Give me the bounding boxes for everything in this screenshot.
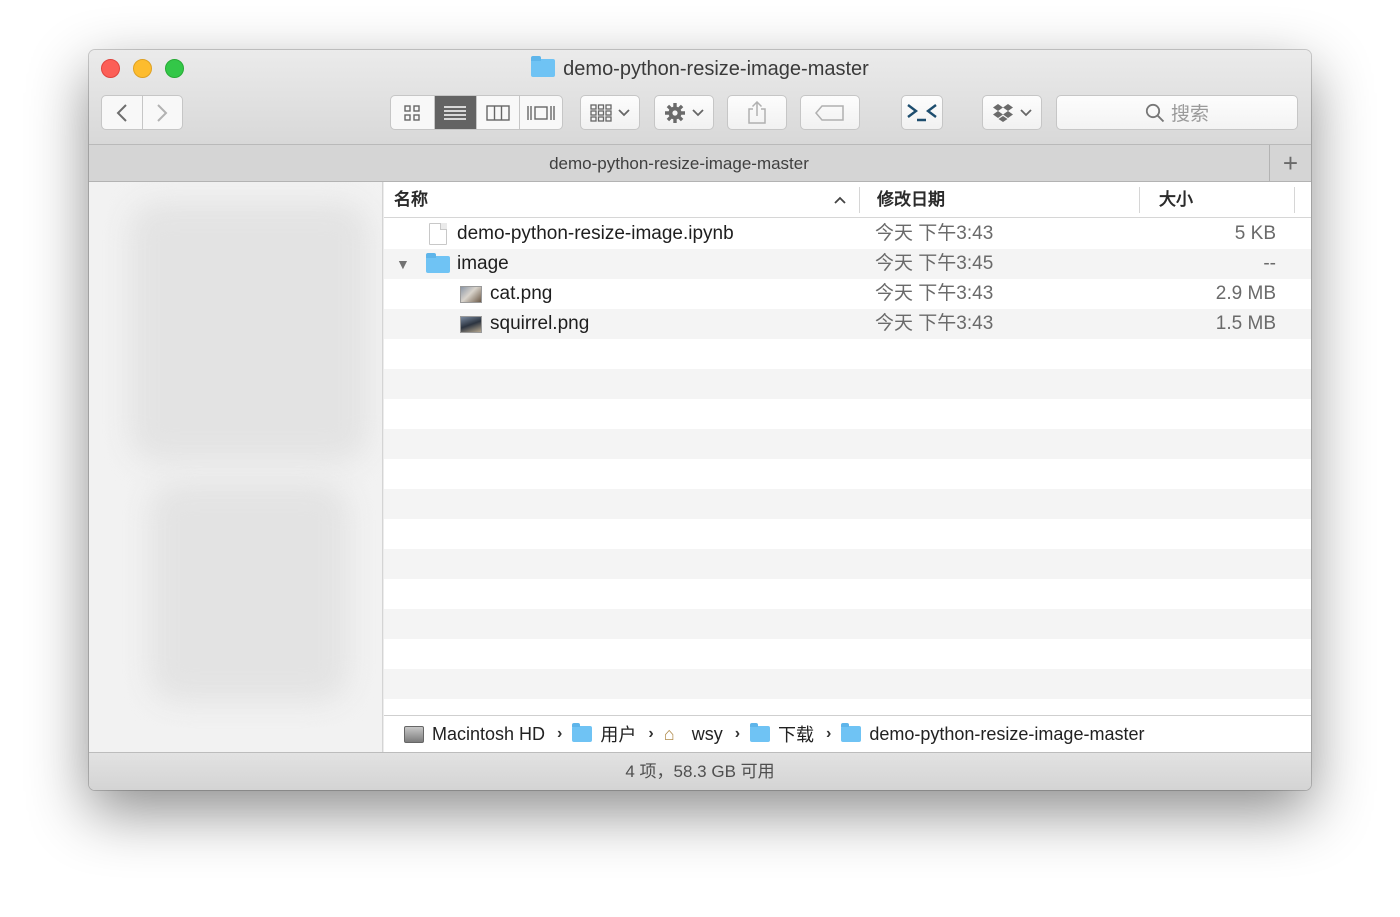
gallery-icon (527, 105, 555, 120)
search-icon (1145, 103, 1165, 122)
empty-row (384, 369, 1311, 399)
empty-row (384, 399, 1311, 429)
tab-bar: demo-python-resize-image-master + (89, 145, 1311, 182)
search-placeholder: 搜索 (1170, 104, 1209, 125)
image-thumbnail-icon (460, 286, 482, 303)
column-divider[interactable] (859, 187, 860, 213)
document-icon (429, 223, 447, 245)
chevron-down-icon (618, 108, 630, 116)
arrange-button[interactable] (580, 95, 640, 130)
column-date-header[interactable]: 修改日期 (877, 182, 945, 218)
window-title: demo-python-resize-image-master (89, 56, 1311, 82)
empty-row (384, 489, 1311, 519)
hard-drive-icon (404, 725, 424, 743)
image-thumbnail-icon (460, 316, 482, 333)
path-separator-icon: › (557, 725, 563, 742)
column-header: 名称 修改日期 大小 (384, 182, 1311, 218)
column-size-header[interactable]: 大小 (1159, 182, 1193, 218)
path-item-users[interactable]: 用户 (572, 721, 636, 747)
empty-row (384, 549, 1311, 579)
chevron-down-icon (692, 108, 704, 116)
file-row[interactable]: squirrel.png 今天 下午3:43 1.5 MB (384, 309, 1311, 339)
path-item-macintosh-hd[interactable]: Macintosh HD (404, 724, 545, 745)
finder-window: demo-python-resize-image-master 搜索 demo-… (89, 50, 1311, 790)
file-row[interactable]: demo-python-resize-image.ipynb 今天 下午3:43… (384, 219, 1311, 249)
path-separator-icon: › (734, 725, 741, 742)
sidebar-blurred-content (149, 482, 349, 702)
list-view-button[interactable] (434, 96, 477, 129)
empty-row (384, 639, 1311, 669)
tab-current[interactable]: demo-python-resize-image-master (89, 145, 1269, 182)
list-icon (444, 105, 467, 120)
path-separator-icon: › (826, 725, 832, 742)
home-icon: ⌂ (663, 724, 675, 744)
empty-row (384, 579, 1311, 609)
sidebar-blurred-content (129, 202, 369, 462)
view-mode-control (390, 95, 563, 130)
tag-icon (815, 104, 844, 121)
gear-icon (665, 102, 685, 123)
empty-row (384, 459, 1311, 489)
back-button[interactable] (102, 96, 143, 129)
chevron-left-icon (116, 103, 127, 122)
sidebar (89, 182, 383, 752)
empty-row (384, 519, 1311, 549)
columns-icon (486, 104, 510, 121)
downloads-folder-icon (750, 723, 771, 742)
folder-icon (426, 253, 450, 273)
share-button[interactable] (727, 95, 787, 130)
disclosure-triangle-icon[interactable]: ▼ (396, 249, 410, 279)
grid-icon (404, 104, 420, 121)
path-item-home[interactable]: ⌂ wsy (664, 724, 723, 745)
column-name-header[interactable]: 名称 (394, 182, 428, 218)
empty-row (384, 669, 1311, 699)
users-folder-icon (572, 723, 593, 742)
chevron-down-icon (1020, 108, 1032, 116)
dropbox-button[interactable] (982, 95, 1042, 130)
column-view-button[interactable] (477, 96, 520, 129)
path-item-current-folder[interactable]: demo-python-resize-image-master (841, 723, 1144, 745)
dropbox-icon (993, 103, 1013, 122)
chevron-right-icon (157, 103, 168, 122)
column-divider[interactable] (1294, 187, 1295, 213)
path-bar: Macintosh HD › 用户 › ⌂ wsy › 下载 › demo-py… (384, 715, 1311, 752)
terminal-icon (907, 103, 937, 121)
file-row[interactable]: cat.png 今天 下午3:43 2.9 MB (384, 279, 1311, 309)
arrange-grid-icon (590, 103, 612, 122)
sort-ascending-icon (832, 192, 848, 208)
navigation-buttons (101, 95, 183, 130)
titlebar: demo-python-resize-image-master 搜索 (89, 50, 1311, 145)
new-tab-button[interactable]: + (1269, 145, 1311, 182)
gallery-view-button[interactable] (520, 96, 563, 129)
folder-icon (531, 56, 556, 77)
terminal-button[interactable] (901, 95, 943, 130)
column-divider[interactable] (1139, 187, 1140, 213)
folder-icon (841, 723, 862, 742)
empty-row (384, 429, 1311, 459)
tags-button[interactable] (800, 95, 860, 130)
search-field[interactable]: 搜索 (1056, 95, 1298, 130)
file-row[interactable]: ▼ image 今天 下午3:45 -- (384, 249, 1311, 279)
action-button[interactable] (654, 95, 714, 130)
empty-row (384, 609, 1311, 639)
empty-row (384, 699, 1311, 715)
file-list: 名称 修改日期 大小 demo-python-resize-image.ipyn… (384, 182, 1311, 715)
icon-view-button[interactable] (391, 96, 435, 129)
empty-row (384, 339, 1311, 369)
status-bar: 4 项，58.3 GB 可用 (89, 752, 1311, 790)
share-icon (748, 100, 766, 124)
path-separator-icon: › (648, 725, 654, 742)
forward-button[interactable] (143, 96, 183, 129)
path-item-downloads[interactable]: 下载 (750, 721, 814, 747)
file-rows: demo-python-resize-image.ipynb 今天 下午3:43… (384, 219, 1311, 715)
